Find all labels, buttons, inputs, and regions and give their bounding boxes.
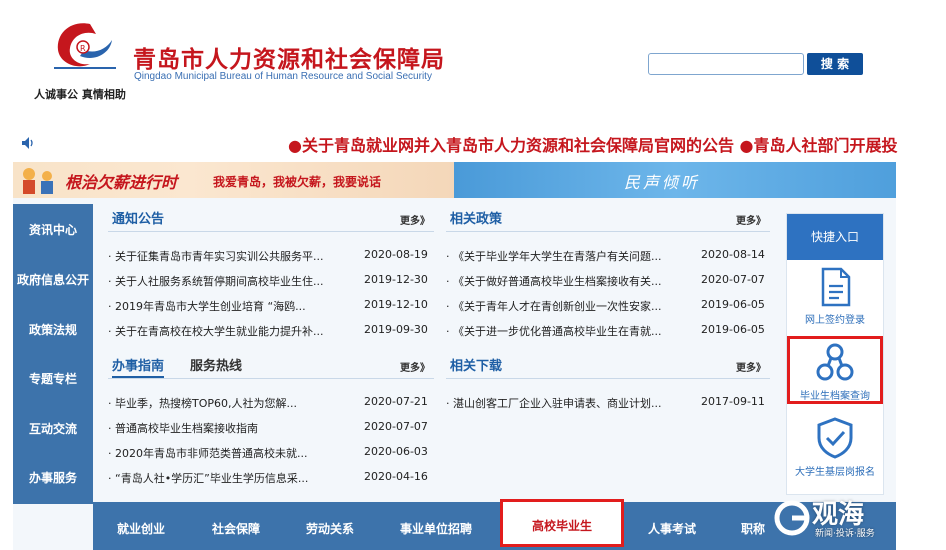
search-button[interactable]: 搜 索 [807,53,863,75]
notice-more-link[interactable]: 更多》 [400,212,430,227]
guide-row-text: · 毕业季，热搜榜TOP60,人社为您解... [108,397,297,410]
speaker-icon[interactable] [20,135,36,151]
quick-item-grassroots-signup[interactable]: 大学生基层岗报名 [787,416,883,478]
left-nav: 资讯中心 政府信息公开 政策法规 专题专栏 互动交流 办事服务 [13,204,93,504]
svg-text:R: R [80,44,86,53]
guide-more-link[interactable]: 更多》 [400,359,430,374]
bottom-nav-employment[interactable]: 就业创业 [117,520,165,537]
notice-row-text: · 关于征集青岛市青年实习实训公共服务平... [108,250,324,263]
public-voice-banner[interactable]: 民声倾听 [454,162,896,198]
policy-row-text: · 《关于进一步优化普通高校毕业生在青就... [446,325,662,338]
guide-row-text: · 普通高校毕业生档案接收指南 [108,422,258,435]
left-nav-services[interactable]: 办事服务 [13,469,93,486]
bottom-nav-graduates[interactable]: 高校毕业生 [500,499,624,547]
org-name-en: Qingdao Municipal Bureau of Human Resour… [134,71,432,82]
quick-item-label: 大学生基层岗报名 [795,467,875,478]
left-nav-interaction[interactable]: 互动交流 [13,420,93,437]
marquee-text[interactable]: ●关于青岛就业网并入青岛市人力资源和社会保障局官网的公告 ●青岛人社部门开展投 [288,132,898,156]
left-nav-gov-info[interactable]: 政府信息公开 [13,271,93,288]
guide-row-date: 2020-07-07 [364,420,428,433]
guide-row-text: · “青岛人社•学历汇”毕业生学历信息采... [108,472,309,485]
tab-service-hotline[interactable]: 服务热线 [190,355,242,374]
left-nav-special-topics[interactable]: 专题专栏 [13,370,93,387]
policy-title[interactable]: 相关政策 [450,208,502,227]
policy-more-link[interactable]: 更多》 [736,212,766,227]
quick-item-online-signing[interactable]: 网上签约登录 [787,266,883,326]
wage-arrears-banner[interactable]: 根治欠薪进行时 我爱青岛，我被欠薪，我要说话 [13,162,454,198]
bottom-nav-graduates-label: 高校毕业生 [531,519,592,533]
quick-entry-title: 快捷入口 [787,214,883,260]
notice-row-date: 2019-12-30 [364,273,428,286]
guide-row-date: 2020-04-16 [364,470,428,483]
search-input[interactable] [648,53,804,75]
tab-service-guide[interactable]: 办事指南 [112,355,165,378]
policy-row-text: · 《关于做好普通高校毕业生档案接收有关... [446,275,662,288]
archive-query-highlight [787,336,883,404]
policy-row-date: 2019-06-05 [701,298,765,311]
guide-row-date: 2020-06-03 [364,445,428,458]
notice-panel-header: 通知公告 更多》 [108,204,434,232]
notice-row-text: · 关于在青高校在校大学生就业能力提升补... [108,325,324,338]
download-more-link[interactable]: 更多》 [736,359,766,374]
download-panel-header: 相关下载 更多》 [446,351,770,379]
bottom-nav-personnel-exam[interactable]: 人事考试 [648,520,696,537]
guanhai-watermark: 观海 新闻·投诉·服务 [770,494,900,544]
policy-row-date: 2019-06-05 [701,323,765,336]
document-icon [821,267,851,307]
policy-row-text: · 《关于毕业学年大学生在青落户有关问题... [446,250,662,263]
guide-row-text: · 2020年青岛市非师范类普通高校未就... [108,447,308,460]
quick-item-label: 网上签约登录 [805,315,865,326]
guide-panel-header: 办事指南 服务热线 更多》 [108,351,434,379]
banner-left-title: 根治欠薪进行时 [65,173,178,192]
bottom-nav-social-security[interactable]: 社会保障 [212,520,260,537]
notice-row-date: 2020-08-19 [364,248,428,261]
policy-panel-header: 相关政策 更多》 [446,204,770,232]
download-row-text: · 湛山创客工厂企业入驻申请表、商业计划... [446,397,662,410]
notice-row-text: · 关于人社服务系统暂停期间高校毕业生住... [108,275,324,288]
bottom-nav-labor-relations[interactable]: 劳动关系 [306,520,354,537]
notice-row-date: 2019-09-30 [364,323,428,336]
notice-title[interactable]: 通知公告 [112,208,164,227]
bureau-logo-icon[interactable]: R [50,18,120,78]
watermark-subtext: 新闻·投诉·服务 [815,529,875,539]
bottom-nav-title-eval[interactable]: 职称 [741,520,765,537]
workers-illustration-icon [23,168,53,194]
download-title[interactable]: 相关下载 [450,355,502,374]
announcement-marquee: ●关于青岛就业网并入青岛市人力资源和社会保障局官网的公告 ●青岛人社部门开展投 [0,126,946,162]
download-row-date: 2017-09-11 [701,395,765,408]
org-name-cn[interactable]: 青岛市人力资源和社会保障局 [133,40,445,74]
site-header: R 人诚事公 真情相助 青岛市人力资源和社会保障局 Qingdao Munici… [0,0,946,120]
bottom-nav-institution-recruit[interactable]: 事业单位招聘 [400,520,472,537]
left-nav-news-center[interactable]: 资讯中心 [13,221,93,238]
notice-row-text: · 2019年青岛市大学生创业培育 “海鸥... [108,300,306,313]
policy-row-date: 2020-08-14 [701,248,765,261]
notice-row-date: 2019-12-10 [364,298,428,311]
slogan: 人诚事公 真情相助 [34,88,126,101]
shield-check-icon [817,417,853,459]
banner-left-subtitle: 我爱青岛，我被欠薪，我要说话 [213,175,382,189]
guanhai-logo-icon [774,500,810,536]
banner-right-title: 民声倾听 [624,173,701,192]
policy-row-date: 2020-07-07 [701,273,765,286]
guide-row-date: 2020-07-21 [364,395,428,408]
policy-row-text: · 《关于青年人才在青创新创业一次性安家... [446,300,662,313]
left-nav-policy-law[interactable]: 政策法规 [13,321,93,338]
